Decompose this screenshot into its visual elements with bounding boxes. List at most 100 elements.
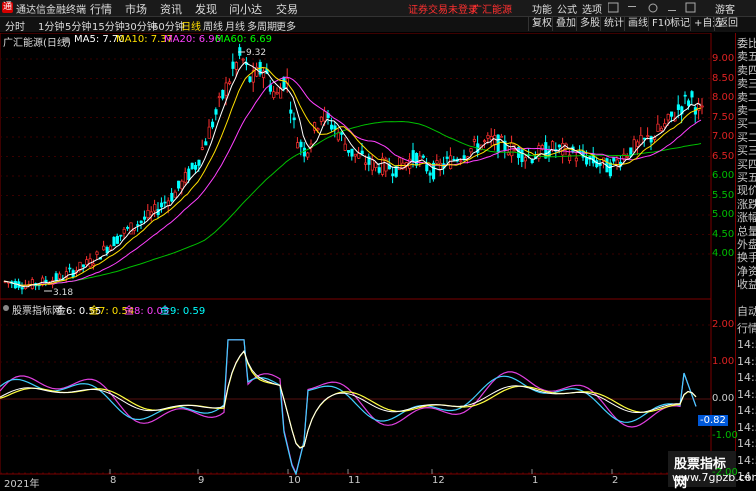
candle-body — [700, 105, 704, 108]
tick-time: 14:5 — [737, 453, 756, 467]
indicator-current-value: -0.82 — [698, 415, 728, 426]
candle-body — [513, 149, 517, 152]
candle-body — [228, 81, 232, 84]
tick-time: 14:5 — [737, 420, 756, 434]
candle-body — [85, 259, 89, 265]
menu-board[interactable]: 市场 — [125, 1, 147, 17]
date-tick-label: 10 — [288, 475, 301, 486]
date-tick-label: 9 — [198, 475, 205, 486]
menu-news[interactable]: 资讯 — [160, 1, 182, 17]
btn-overlay[interactable]: 叠加 — [552, 17, 579, 31]
candle-body — [663, 123, 667, 128]
tick-time: 14:5 — [737, 354, 756, 368]
period-more[interactable]: 更多 — [276, 18, 296, 33]
candle-body — [173, 191, 177, 198]
tick-time: 14:5 — [737, 387, 756, 401]
period-1min[interactable]: 1分钟 — [38, 18, 64, 33]
candle-body — [238, 47, 242, 56]
candle-body — [112, 236, 116, 247]
period-intraday[interactable]: 分时 — [5, 18, 25, 33]
candle-body — [489, 136, 493, 140]
menu-options[interactable]: 选项 — [582, 1, 602, 16]
candle-body — [425, 164, 429, 172]
quote-side-panel: 委比卖五卖四卖三卖二卖一买一买二买三买四买五现价涨跌涨幅总量外盘换手净资收益自动… — [735, 33, 756, 487]
candle-body — [20, 287, 24, 290]
price-tick-label: 5.50 — [712, 189, 735, 201]
indicator-tick-label: 0.00 — [712, 393, 735, 404]
indicator-expand-icon[interactable] — [2, 304, 10, 312]
price-tick-label: 6.50 — [712, 150, 735, 162]
login-notice[interactable]: 证券交易未登录 — [408, 1, 478, 16]
period-15min[interactable]: 15分钟 — [92, 18, 125, 33]
period-60min[interactable]: 60分钟 — [152, 18, 185, 33]
candle-body — [506, 152, 510, 156]
period-daily[interactable]: 日线 — [181, 18, 201, 33]
side-panel-label: 委比 — [737, 37, 756, 50]
candle-body — [95, 251, 99, 255]
side-panel-label: 总量 — [737, 224, 756, 238]
candle-body — [649, 136, 653, 143]
candle-body — [54, 273, 58, 282]
candle-body — [574, 157, 578, 162]
menu-assistant[interactable]: 问小达 — [229, 1, 262, 17]
price-tick-label: 4.00 — [712, 248, 735, 259]
side-panel-label: 收益 — [737, 278, 756, 292]
price-chart-area[interactable]: 9.32 3.18 — [0, 33, 735, 475]
candle-body — [160, 202, 164, 208]
candle-body — [143, 216, 147, 220]
price-tick-label: 7.00 — [712, 131, 735, 142]
menu-guest[interactable]: 游客 — [715, 1, 735, 16]
candle-body — [122, 228, 126, 234]
side-panel-label: 买五 — [737, 171, 756, 184]
title-bar: 通 通达信金融终端 行情 市场 资讯 发现 问小达 交易 证券交易未登录 广汇能… — [0, 0, 756, 17]
date-tick-label: 2021年 — [4, 479, 40, 490]
menu-market[interactable]: 行情 — [90, 1, 112, 17]
btn-back[interactable]: 返回 — [714, 17, 741, 31]
candle-body — [391, 173, 395, 177]
candle-body — [350, 148, 354, 157]
side-panel-label: 现价 — [737, 184, 756, 198]
menu-trade[interactable]: 交易 — [276, 1, 298, 17]
candle-body — [642, 137, 646, 140]
candle-body — [58, 273, 62, 279]
btn-stats[interactable]: 统计 — [600, 17, 627, 31]
candle-body — [170, 192, 174, 202]
candle-body — [214, 109, 218, 115]
price-tick-label: 4.50 — [712, 228, 735, 240]
btn-draw[interactable]: 画线 — [624, 17, 651, 31]
candle-body — [316, 128, 320, 131]
candle-body — [289, 109, 293, 114]
btn-multi-stock[interactable]: 多股 — [576, 17, 603, 31]
candle-body — [449, 155, 453, 169]
indicator-tick-label: 2.00 — [712, 319, 735, 330]
period-weekly[interactable]: 周线 — [203, 18, 223, 33]
candle-body — [136, 224, 140, 226]
date-tick-label: 12 — [432, 475, 445, 486]
side-panel-label: 外盘 — [737, 238, 756, 251]
menu-formula[interactable]: 公式 — [557, 1, 577, 16]
side-panel-label: 涨幅 — [737, 211, 756, 225]
candle-body — [319, 116, 323, 122]
candle-body — [370, 159, 374, 171]
candle-body — [452, 158, 456, 161]
side-panel-label: 买四 — [737, 157, 756, 171]
btn-mark[interactable]: 标记 — [666, 17, 693, 31]
period-5min[interactable]: 5分钟 — [65, 18, 91, 33]
menu-function[interactable]: 功能 — [532, 1, 552, 16]
period-monthly[interactable]: 月线 — [225, 18, 245, 33]
candle-body — [523, 157, 527, 162]
side-panel-label: 卖三 — [737, 77, 756, 91]
tick-time: 14:5 — [737, 404, 756, 417]
candle-body — [483, 140, 487, 143]
candle-body — [194, 165, 198, 170]
indicator-tick-label: 1.00 — [712, 356, 735, 367]
period-multi[interactable]: 多周期 — [247, 18, 277, 33]
candle-body — [459, 160, 463, 162]
btn-adjust[interactable]: 复权 — [528, 17, 555, 31]
broker-name[interactable]: 广汇能源 — [472, 1, 512, 16]
candle-body — [204, 141, 208, 146]
candle-body — [377, 167, 381, 173]
menu-discover[interactable]: 发现 — [195, 1, 217, 17]
candle-body — [224, 82, 228, 96]
candle-body — [421, 155, 425, 158]
